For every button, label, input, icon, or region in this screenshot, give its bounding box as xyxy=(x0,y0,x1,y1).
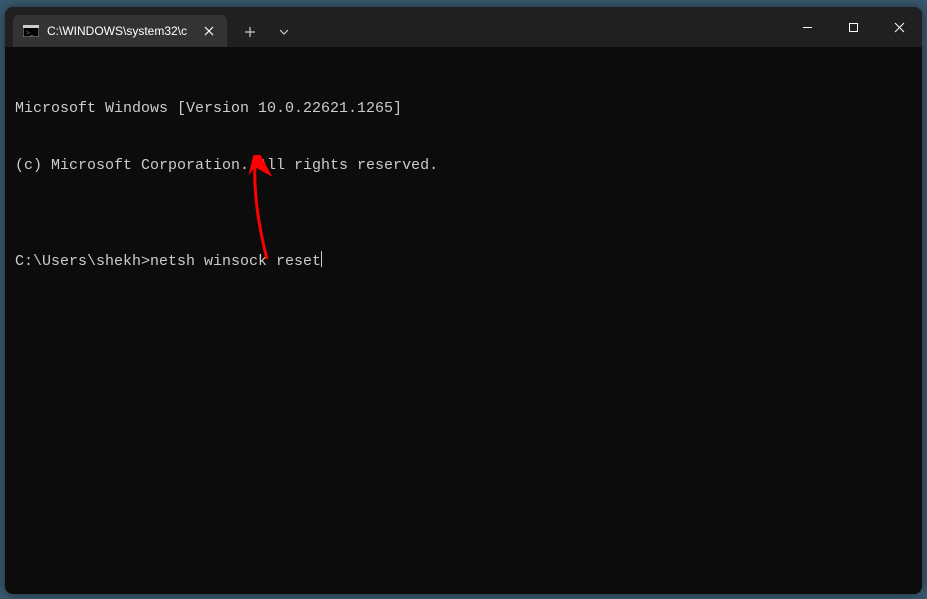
tab-cmd[interactable]: >_ C:\WINDOWS\system32\cn xyxy=(13,15,227,47)
cursor-icon xyxy=(321,251,322,267)
prompt-path: C:\Users\shekh> xyxy=(15,253,150,270)
output-line: Microsoft Windows [Version 10.0.22621.12… xyxy=(15,99,912,118)
minimize-button[interactable] xyxy=(784,11,830,43)
new-tab-button[interactable] xyxy=(235,17,265,47)
close-button[interactable] xyxy=(876,11,922,43)
titlebar: >_ C:\WINDOWS\system32\cn xyxy=(5,7,922,47)
terminal-body[interactable]: Microsoft Windows [Version 10.0.22621.12… xyxy=(5,47,922,594)
terminal-window: >_ C:\WINDOWS\system32\cn xyxy=(5,7,922,594)
svg-text:>_: >_ xyxy=(26,29,34,37)
tab-dropdown-button[interactable] xyxy=(273,17,295,47)
output-line: (c) Microsoft Corporation. All rights re… xyxy=(15,156,912,175)
command-input[interactable]: netsh winsock reset xyxy=(150,253,321,270)
tab-strip: >_ C:\WINDOWS\system32\cn xyxy=(5,7,784,47)
cmd-icon: >_ xyxy=(23,23,39,39)
window-controls xyxy=(784,7,922,47)
tab-title: C:\WINDOWS\system32\cn xyxy=(47,24,187,38)
maximize-button[interactable] xyxy=(830,11,876,43)
prompt-line: C:\Users\shekh>netsh winsock reset xyxy=(15,251,912,271)
tab-close-button[interactable] xyxy=(199,21,219,41)
tab-actions xyxy=(227,17,295,47)
